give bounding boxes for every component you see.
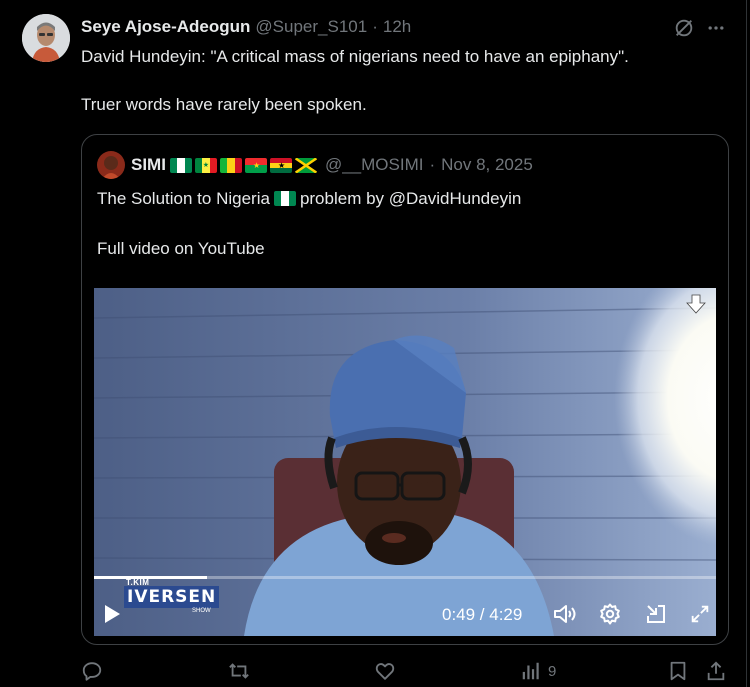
more-icon[interactable] (704, 16, 728, 40)
quoted-author-name[interactable]: SIMI (131, 155, 166, 175)
reply-button[interactable] (81, 659, 103, 683)
play-icon (105, 605, 120, 623)
retweet-icon (229, 663, 249, 679)
tweet-action-bar: 9 (0, 659, 747, 685)
nigeria-flag-icon (169, 157, 192, 173)
fullscreen-icon (691, 605, 709, 623)
tweet-header: Seye Ajose-Adeogun @Super_S101 · 12h (81, 17, 411, 37)
quoted-tweet[interactable]: SIMI ★ ★ ★ @__MOSIMI · Nov 8, 2025 The S… (81, 134, 729, 645)
video-player[interactable]: T.KIM IVERSEN SHOW 0:49 / 4:29 (94, 288, 716, 636)
fullscreen-button[interactable] (686, 599, 714, 629)
video-time: 0:49 / 4:29 (442, 605, 523, 624)
reply-icon (82, 662, 102, 681)
quoted-timestamp[interactable]: Nov 8, 2025 (441, 155, 533, 175)
bookmark-icon (670, 661, 686, 681)
author-handle[interactable]: @Super_S101 (255, 17, 367, 37)
nigeria-flag-icon (273, 191, 296, 206)
senegal-flag-icon: ★ (194, 157, 217, 173)
tweet-text-line: David Hundeyin: "A critical mass of nige… (81, 47, 629, 66)
bookmark-button[interactable] (667, 659, 689, 683)
settings-icon (600, 603, 620, 625)
quoted-text-line: Full video on YouTube (97, 239, 265, 258)
grok-icon[interactable] (672, 16, 696, 40)
author-name[interactable]: Seye Ajose-Adeogun (81, 17, 250, 37)
volume-icon (554, 605, 576, 623)
like-button[interactable] (374, 659, 396, 683)
pip-button[interactable] (642, 599, 670, 629)
views-icon (522, 662, 539, 680)
watermark-main: IVERSEN (124, 586, 220, 608)
download-icon[interactable] (685, 293, 707, 315)
ghana-flag-icon: ★ (269, 157, 292, 173)
show-watermark: T.KIM IVERSEN SHOW (122, 578, 220, 618)
volume-button[interactable] (551, 599, 579, 629)
pip-icon (647, 605, 665, 623)
burkina-faso-flag-icon: ★ (244, 157, 267, 173)
mali-flag-icon (219, 157, 242, 173)
quoted-author-handle[interactable]: @__MOSIMI (325, 155, 424, 175)
jamaica-flag-icon (294, 157, 317, 173)
tweet-timestamp[interactable]: 12h (383, 17, 411, 37)
retweet-button[interactable] (227, 659, 251, 683)
watermark-sub: SHOW (192, 608, 211, 614)
share-icon (707, 661, 725, 681)
separator-dot: · (429, 155, 436, 174)
separator-dot: · (372, 17, 378, 36)
play-button[interactable] (98, 599, 126, 629)
flag-emojis: ★ ★ ★ (169, 157, 317, 173)
tweet-text: David Hundeyin: "A critical mass of nige… (81, 45, 721, 116)
views-button[interactable]: 9 (520, 659, 556, 683)
quoted-text: The Solution to Nigeria problem by @David… (97, 187, 697, 260)
quoted-header: SIMI ★ ★ ★ @__MOSIMI · Nov 8, 2025 (97, 151, 533, 179)
quoted-avatar[interactable] (97, 151, 125, 179)
share-button[interactable] (705, 659, 727, 683)
quoted-text-part: problem by @DavidHundeyin (299, 189, 522, 208)
avatar[interactable] (22, 14, 70, 62)
settings-button[interactable] (596, 599, 624, 629)
tweet-text-line: Truer words have rarely been spoken. (81, 95, 367, 114)
views-count: 9 (548, 662, 557, 680)
tweet-article[interactable]: Seye Ajose-Adeogun @Super_S101 · 12h Dav… (0, 0, 747, 687)
quoted-text-part: The Solution to Nigeria (97, 189, 270, 208)
like-icon (375, 663, 395, 680)
